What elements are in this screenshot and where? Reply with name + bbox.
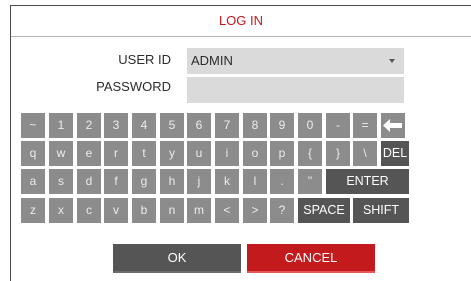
key-period[interactable]: . <box>270 169 294 194</box>
key-i[interactable]: i <box>215 141 239 166</box>
key-u[interactable]: u <box>187 141 211 166</box>
key-s[interactable]: s <box>49 169 73 194</box>
key-equals[interactable]: = <box>353 113 377 138</box>
key-o[interactable]: o <box>243 141 267 166</box>
key-tilde[interactable]: ~ <box>21 113 45 138</box>
key-greater-than[interactable]: > <box>243 198 267 223</box>
key-w[interactable]: w <box>49 141 73 166</box>
key-g[interactable]: g <box>132 169 156 194</box>
key-question[interactable]: ? <box>270 198 294 223</box>
key-e[interactable]: e <box>77 141 101 166</box>
key-j[interactable]: j <box>187 169 211 194</box>
dialog-title: LOG IN <box>11 6 471 37</box>
user-id-select[interactable]: ADMIN <box>187 48 404 74</box>
key-less-than[interactable]: < <box>215 198 239 223</box>
key-m[interactable]: m <box>187 198 211 223</box>
key-0[interactable]: 0 <box>298 113 322 138</box>
key-x[interactable]: x <box>49 198 73 223</box>
key-v[interactable]: v <box>104 198 128 223</box>
key-d[interactable]: d <box>77 169 101 194</box>
key-left-brace[interactable]: { <box>298 141 322 166</box>
key-z[interactable]: z <box>21 198 45 223</box>
key-7[interactable]: 7 <box>215 113 239 138</box>
key-y[interactable]: y <box>160 141 184 166</box>
key-5[interactable]: 5 <box>160 113 184 138</box>
key-a[interactable]: a <box>21 169 45 194</box>
key-minus[interactable]: - <box>326 113 350 138</box>
chevron-down-icon[interactable] <box>389 59 395 63</box>
key-n[interactable]: n <box>160 198 184 223</box>
ok-button[interactable]: OK <box>113 244 241 273</box>
key-p[interactable]: p <box>270 141 294 166</box>
key-c[interactable]: c <box>77 198 101 223</box>
key-9[interactable]: 9 <box>270 113 294 138</box>
space-key[interactable]: SPACE <box>298 198 350 223</box>
key-r[interactable]: r <box>104 141 128 166</box>
key-6[interactable]: 6 <box>187 113 211 138</box>
key-right-brace[interactable]: } <box>326 141 350 166</box>
del-key[interactable]: DEL <box>381 141 409 166</box>
login-dialog: LOG IN USER ID ADMIN PASSWORD ~ 1 2 3 4 … <box>10 5 471 281</box>
backspace-key[interactable] <box>381 113 405 138</box>
key-4[interactable]: 4 <box>132 113 156 138</box>
key-k[interactable]: k <box>215 169 239 194</box>
password-field[interactable] <box>187 77 404 103</box>
key-l[interactable]: l <box>243 169 267 194</box>
key-2[interactable]: 2 <box>77 113 101 138</box>
key-q[interactable]: q <box>21 141 45 166</box>
key-3[interactable]: 3 <box>104 113 128 138</box>
key-h[interactable]: h <box>160 169 184 194</box>
key-backslash[interactable]: \ <box>353 141 377 166</box>
user-id-label: USER ID <box>118 52 171 67</box>
key-t[interactable]: t <box>132 141 156 166</box>
user-id-value: ADMIN <box>191 53 233 68</box>
key-1[interactable]: 1 <box>49 113 73 138</box>
password-label: PASSWORD <box>96 79 171 94</box>
key-f[interactable]: f <box>104 169 128 194</box>
key-quote[interactable]: " <box>298 169 322 194</box>
key-b[interactable]: b <box>132 198 156 223</box>
cancel-button[interactable]: CANCEL <box>247 244 375 273</box>
backspace-arrow-icon <box>383 119 402 132</box>
key-8[interactable]: 8 <box>243 113 267 138</box>
shift-key[interactable]: SHIFT <box>353 198 409 223</box>
enter-key[interactable]: ENTER <box>326 169 409 194</box>
